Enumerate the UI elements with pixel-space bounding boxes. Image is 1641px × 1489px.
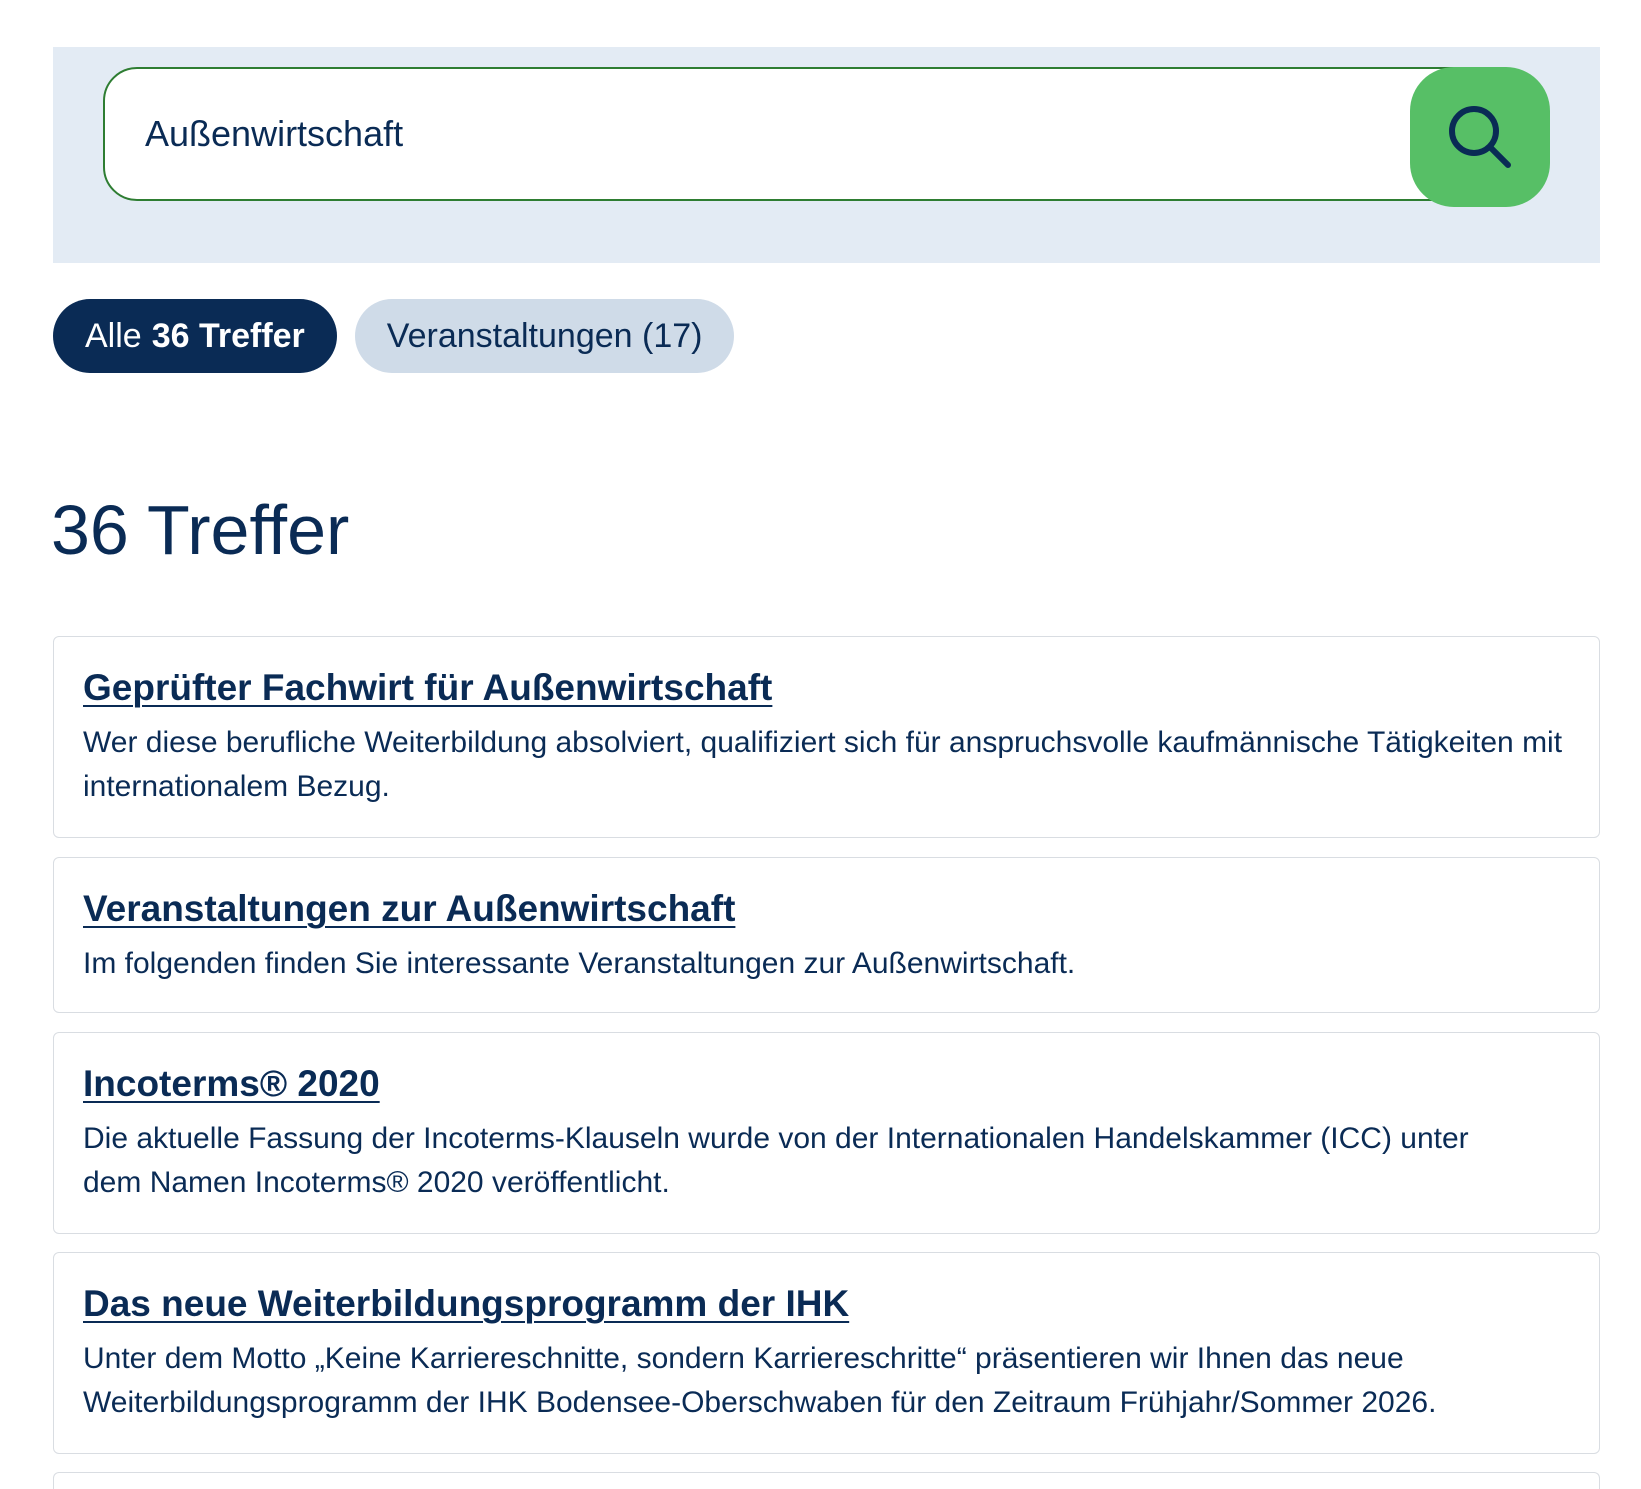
result-title-link[interactable]: Veranstaltungen zur Außenwirtschaft: [83, 886, 1571, 932]
filter-events[interactable]: Veranstaltungen (17): [354, 299, 735, 373]
result-title-link[interactable]: Das neue Weiterbildungsprogramm der IHK: [83, 1281, 1571, 1327]
result-card: [53, 1472, 1600, 1489]
result-card: Geprüfter Fachwirt für Außenwirtschaft W…: [53, 636, 1600, 838]
result-title-link[interactable]: Incoterms® 2020: [83, 1061, 1571, 1107]
filter-tabs: Alle 36 Treffer Veranstaltungen (17): [53, 299, 735, 373]
results-count-heading: 36 Treffer: [51, 491, 350, 569]
result-title-link[interactable]: Geprüfter Fachwirt für Außenwirtschaft: [83, 665, 1571, 711]
result-description: Wer diese berufliche Weiterbildung absol…: [83, 726, 1563, 803]
result-description: Im folgenden finden Sie interessante Ver…: [83, 947, 1076, 980]
filter-events-label: Veranstaltungen (17): [386, 316, 703, 355]
result-card: Veranstaltungen zur Außenwirtschaft Im f…: [53, 857, 1600, 1013]
result-description: Unter dem Motto „Keine Karriereschnitte,…: [83, 1342, 1437, 1419]
result-description: Die aktuelle Fassung der Incoterms-Klaus…: [83, 1122, 1469, 1199]
search-panel: [53, 47, 1600, 263]
result-card: Das neue Weiterbildungsprogramm der IHK …: [53, 1252, 1600, 1454]
filter-all-prefix: Alle: [85, 316, 142, 355]
search-button[interactable]: [1410, 67, 1550, 207]
search-results-page: Alle 36 Treffer Veranstaltungen (17) 36 …: [0, 0, 1641, 1489]
result-card: Incoterms® 2020 Die aktuelle Fassung der…: [53, 1032, 1600, 1234]
search-box[interactable]: [103, 67, 1494, 201]
filter-all-count: 36 Treffer: [151, 316, 305, 355]
filter-all[interactable]: Alle 36 Treffer: [53, 299, 337, 373]
search-icon: [1444, 101, 1516, 173]
search-input[interactable]: [145, 69, 1295, 199]
